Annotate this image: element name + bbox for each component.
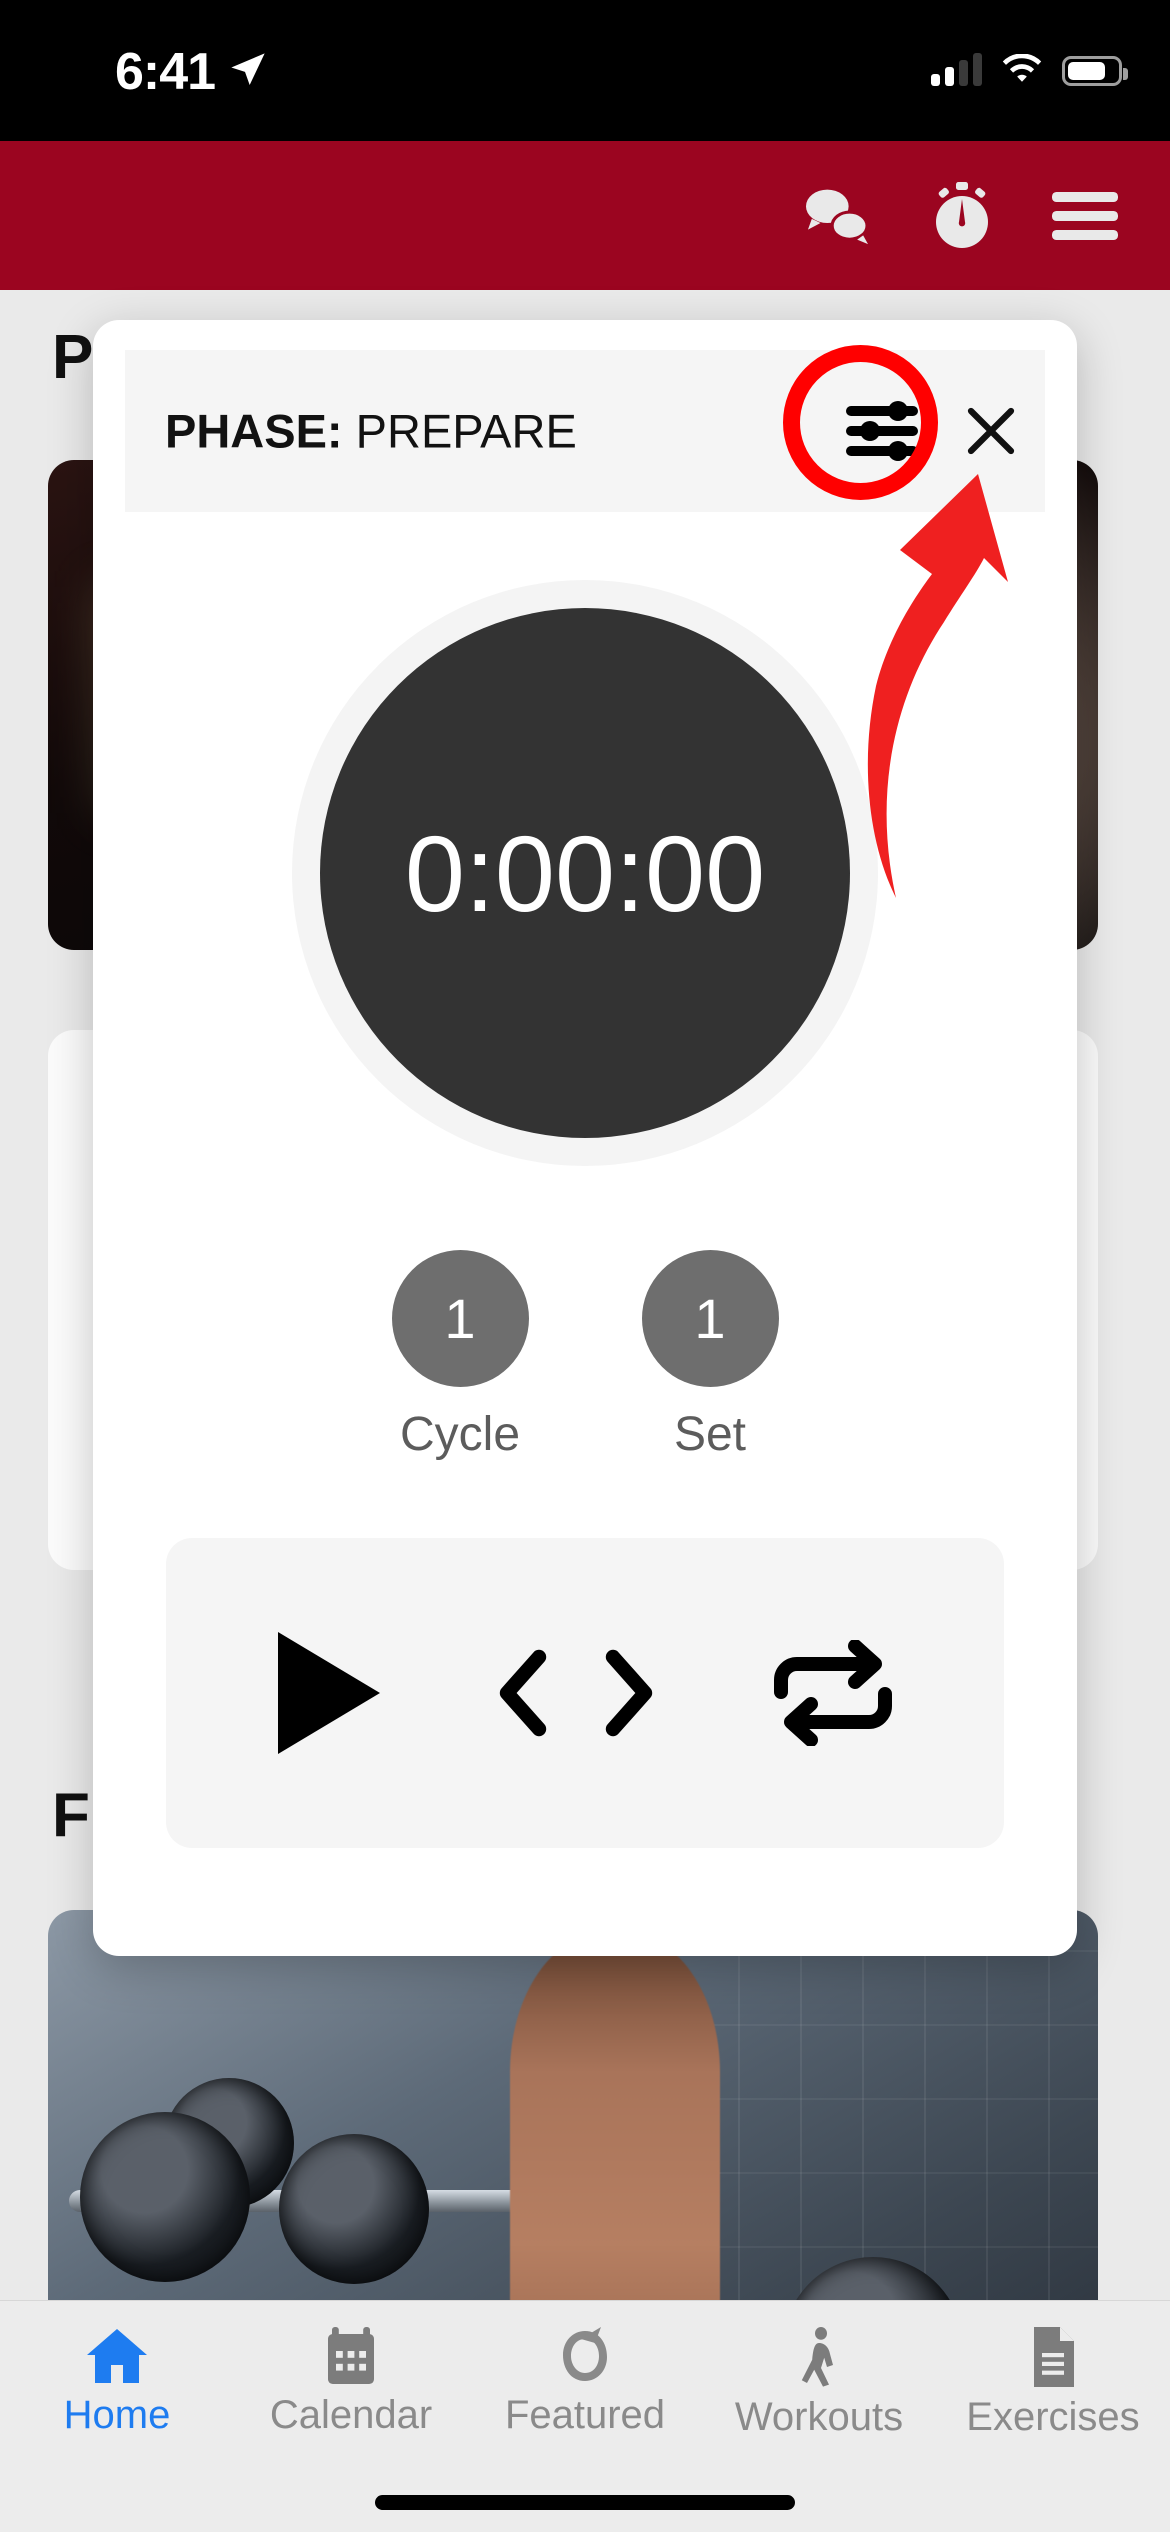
bottom-tab-bar: Home Calendar Featured Workouts Exercise… (0, 2300, 1170, 2532)
tab-calendar[interactable]: Calendar (234, 2327, 468, 2438)
home-indicator[interactable] (375, 2495, 795, 2510)
cycle-counter-value: 1 (391, 1250, 529, 1387)
set-counter[interactable]: 1 Set (641, 1250, 779, 1462)
tab-exercises[interactable]: Exercises (936, 2327, 1170, 2440)
calendar-icon (328, 2327, 374, 2384)
tab-workouts-label: Workouts (734, 2395, 904, 2439)
repeat-button[interactable] (769, 1640, 897, 1746)
counters-row: 1 Cycle 1 Set (93, 1250, 1077, 1462)
tab-exercises-label: Exercises (966, 2395, 1140, 2439)
interval-timer-modal: PHASE: PREPARE 0:00:00 1 Cycle 1 Set (93, 320, 1077, 1956)
close-x-icon[interactable] (955, 395, 1027, 467)
modal-header: PHASE: PREPARE (125, 350, 1045, 512)
tab-calendar-label: Calendar (269, 2393, 433, 2437)
timer-disc[interactable]: 0:00:00 (320, 608, 850, 1138)
set-counter-label: Set (673, 1408, 747, 1461)
tab-featured[interactable]: Featured (468, 2327, 702, 2438)
tab-home[interactable]: Home (0, 2327, 234, 2438)
timer-ring: 0:00:00 (292, 580, 878, 1166)
phase-value: PREPARE (355, 404, 577, 458)
set-counter-value: 1 (641, 1250, 779, 1387)
phone-screen: 6:41 P F PHASE: PREPARE 0:00:00 1 Cycle … (0, 0, 1170, 2532)
phase-label: PHASE: (165, 404, 343, 458)
playback-controls (166, 1538, 1004, 1848)
home-icon (87, 2329, 147, 2383)
document-icon (1034, 2327, 1074, 2387)
timer-value: 0:00:00 (404, 812, 766, 934)
walking-person-icon (801, 2327, 833, 2387)
cycle-counter-label: Cycle (399, 1408, 521, 1461)
sliders-settings-icon[interactable] (837, 386, 927, 476)
featured-icon (563, 2327, 607, 2381)
cycle-counter[interactable]: 1 Cycle (391, 1250, 529, 1462)
phase-title: PHASE: PREPARE (165, 404, 577, 459)
play-button[interactable] (274, 1630, 384, 1756)
previous-button[interactable] (491, 1649, 553, 1737)
tab-workouts[interactable]: Workouts (702, 2327, 936, 2440)
prev-next-group (491, 1649, 661, 1737)
timer-display-area: 0:00:00 (93, 580, 1077, 1166)
tab-home-label: Home (63, 2393, 171, 2437)
next-button[interactable] (599, 1649, 661, 1737)
tab-featured-label: Featured (504, 2393, 666, 2437)
modal-overlay: PHASE: PREPARE 0:00:00 1 Cycle 1 Set (0, 0, 1170, 2532)
